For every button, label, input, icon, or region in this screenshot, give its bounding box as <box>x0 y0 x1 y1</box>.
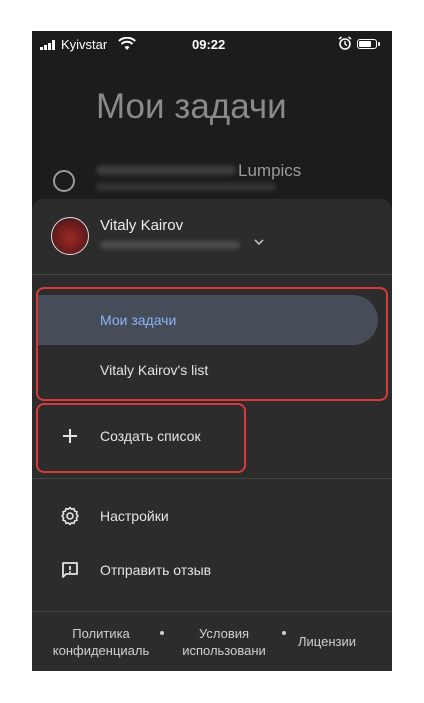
avatar[interactable] <box>51 217 89 255</box>
task-checkbox[interactable] <box>53 170 75 192</box>
task-title-blurred <box>96 165 236 175</box>
create-list-button[interactable]: Создать список <box>32 413 392 459</box>
list-item-label: Vitaly Kairov's list <box>100 362 209 378</box>
list-item-label: Мои задачи <box>100 312 177 328</box>
status-bar: Kyivstar 09:22 <box>32 31 392 57</box>
divider <box>32 478 392 479</box>
account-name: Vitaly Kairov <box>100 217 184 234</box>
task-subtitle-blurred <box>96 183 276 191</box>
lists-highlight: Мои задачи Vitaly Kairov's list <box>36 287 388 401</box>
licenses-link[interactable]: Лицензии <box>290 633 364 650</box>
task-title-suffix: Lumpics <box>238 161 302 180</box>
clock: 09:22 <box>192 37 226 52</box>
privacy-policy-link[interactable]: Политика конфиденциаль <box>46 625 156 659</box>
separator-dot <box>160 631 164 635</box>
settings-label: Настройки <box>100 508 169 524</box>
create-list-label: Создать список <box>100 428 201 444</box>
cellular-signal-icon <box>40 40 56 50</box>
footer: Политика конфиденциаль Условия использов… <box>32 613 392 671</box>
plus-icon <box>63 429 77 443</box>
navigation-drawer: Vitaly Kairov Мои задачи Vitaly Kairov's… <box>32 199 392 671</box>
send-feedback-button[interactable]: Отправить отзыв <box>32 547 392 593</box>
divider <box>32 274 392 275</box>
list-item-my-tasks[interactable]: Мои задачи <box>38 295 378 345</box>
phone-screen: Kyivstar 09:22 Мои задачи Lumpics Vitaly… <box>32 31 392 671</box>
alarm-icon <box>338 36 352 50</box>
feedback-icon <box>62 562 78 578</box>
settings-button[interactable]: Настройки <box>32 493 392 539</box>
account-email-blurred <box>100 241 240 249</box>
battery-icon <box>357 39 380 49</box>
list-item-vitaly-list[interactable]: Vitaly Kairov's list <box>38 345 378 395</box>
feedback-label: Отправить отзыв <box>100 562 212 578</box>
divider <box>32 611 392 612</box>
chevron-down-icon[interactable] <box>253 236 265 248</box>
carrier-name: Kyivstar <box>61 37 108 52</box>
separator-dot <box>282 631 286 635</box>
page-title: Мои задачи <box>96 87 287 126</box>
terms-link[interactable]: Условия использовани <box>169 625 279 659</box>
wifi-icon <box>118 37 136 50</box>
gear-icon <box>61 506 79 526</box>
